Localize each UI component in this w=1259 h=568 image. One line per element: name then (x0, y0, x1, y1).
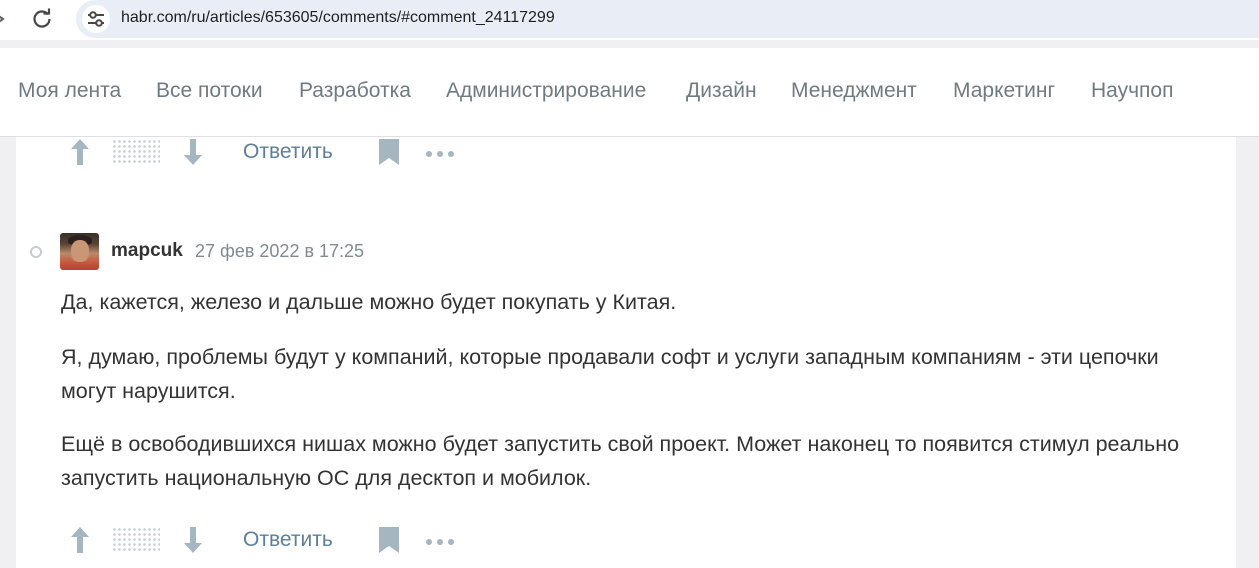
nav-administration[interactable]: Администрирование (446, 79, 646, 103)
vote-up-icon[interactable] (68, 137, 92, 167)
comment-timestamp[interactable]: 27 фев 2022 в 17:25 (195, 241, 364, 262)
url-path: /ru/articles/653605/comments/#comment_24… (186, 9, 555, 26)
comment-paragraph: Я, думаю, проблемы будут у компаний, кот… (61, 345, 1159, 403)
site-settings-icon[interactable] (82, 5, 110, 33)
url-text[interactable]: habr.com/ru/articles/653605/comments/#co… (121, 9, 555, 27)
comment-actions: Ответить (16, 525, 616, 561)
url-host: habr.com (121, 9, 187, 26)
nav-all-streams[interactable]: Все потоки (156, 79, 263, 103)
more-options-icon[interactable] (425, 146, 455, 157)
browser-toolbar: habr.com/ru/articles/653605/comments/#co… (0, 0, 1259, 40)
more-options-icon[interactable] (425, 534, 455, 545)
hub-navigation: Моя лента Все потоки Разработка Админист… (0, 48, 1259, 137)
vote-score-hidden (112, 527, 160, 553)
reload-icon[interactable] (30, 7, 54, 31)
bookmark-icon[interactable] (378, 138, 400, 166)
nav-marketing[interactable]: Маркетинг (953, 79, 1055, 103)
nav-design[interactable]: Дизайн (686, 79, 757, 103)
nav-popsci[interactable]: Научпоп (1091, 79, 1173, 103)
comment-paragraph: Да, кажется, железо и дальше можно будет… (61, 290, 677, 314)
reply-button[interactable]: Ответить (243, 528, 333, 552)
thread-marker[interactable] (30, 246, 42, 258)
vote-up-icon[interactable] (68, 525, 92, 555)
vote-down-icon[interactable] (181, 525, 205, 555)
vote-score-hidden (112, 139, 160, 165)
nav-my-feed[interactable]: Моя лента (18, 79, 121, 103)
comment-paragraph: Ещё в освободившихся нишах можно будет з… (61, 432, 1180, 490)
nav-management[interactable]: Менеджмент (791, 79, 917, 103)
comment-author[interactable]: mapcuk (111, 240, 183, 262)
previous-comment-actions: Ответить (16, 137, 616, 173)
vote-down-icon[interactable] (181, 137, 205, 167)
bookmark-icon[interactable] (378, 526, 400, 554)
comments-section: Ответить mapcuk 27 фев 2022 в 17:25 Да, … (16, 137, 1236, 568)
avatar[interactable] (60, 233, 99, 270)
forward-icon[interactable] (0, 8, 8, 30)
address-bar[interactable]: habr.com/ru/articles/653605/comments/#co… (76, 0, 1259, 38)
reply-button[interactable]: Ответить (243, 140, 333, 164)
nav-development[interactable]: Разработка (299, 79, 411, 103)
